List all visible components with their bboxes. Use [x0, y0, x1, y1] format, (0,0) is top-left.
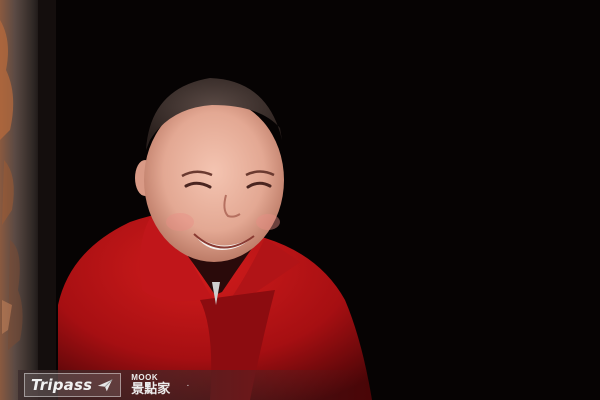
door-frame: [0, 0, 56, 400]
mook-chinese-label: 景點家: [131, 382, 171, 397]
photo: [0, 0, 600, 400]
watermark-dot: ·: [186, 379, 190, 391]
plane-icon: [96, 376, 114, 394]
mook-label: MOOK: [131, 373, 159, 382]
tripass-logo: Tripass: [24, 373, 122, 397]
photo-illustration: [0, 0, 600, 400]
mook-logo: MOOK 景點家: [131, 373, 171, 397]
watermark-bar: Tripass MOOK 景點家 ·: [18, 370, 368, 400]
tripass-brand-text: Tripass: [31, 376, 93, 394]
